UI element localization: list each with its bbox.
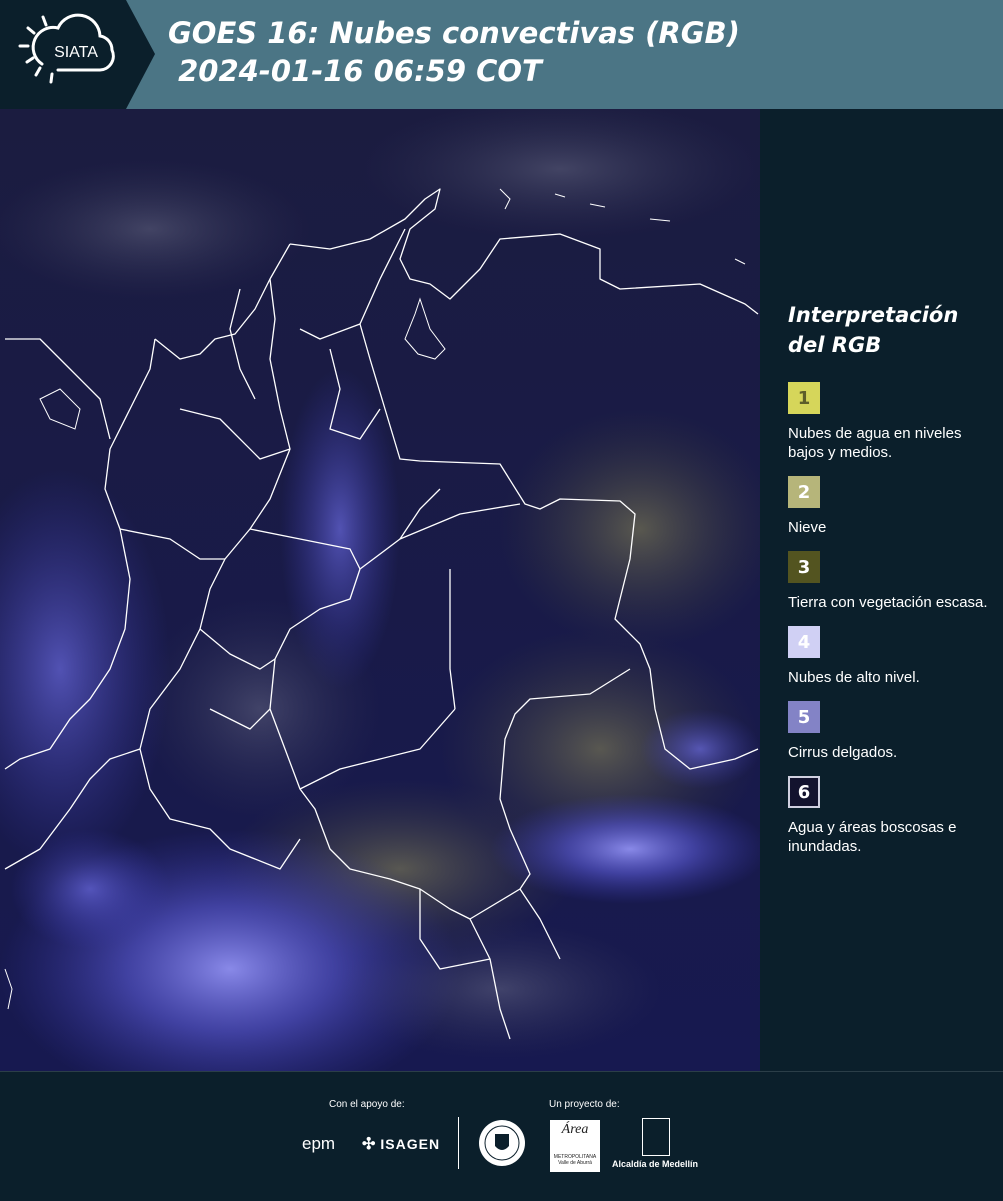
legend-swatch-1: 1 [788, 382, 820, 414]
isagen-text: ISAGEN [380, 1136, 441, 1152]
legend-text-3: Tierra con vegetación escasa. [788, 594, 988, 611]
siata-logo-text: SIATA [54, 44, 98, 61]
isagen-logo: ✣ ISAGEN [362, 1134, 440, 1154]
satellite-map [0, 109, 760, 1071]
area-logo-text: Área [561, 1122, 589, 1137]
legend-text-6: Agua y áreas boscosas e inundadas. [788, 819, 957, 855]
support-label: Con el apoyo de: [329, 1099, 405, 1110]
legend-swatch-4: 4 [788, 626, 820, 658]
legend-item-3: 3 Tierra con vegetación escasa. [788, 551, 988, 612]
alcaldia-shield-icon [642, 1118, 670, 1156]
legend-swatch-3: 3 [788, 551, 820, 583]
legend-text-5: Cirrus delgados. [788, 744, 898, 761]
legend-item-5: 5 Cirrus delgados. [788, 701, 988, 762]
legend-text-1: Nubes de agua en niveles bajos y medios. [788, 425, 962, 461]
footer-divider [458, 1117, 459, 1169]
area-logo-subtext: METROPOLITANA Valle de Aburrá [553, 1154, 597, 1166]
page-title: GOES 16: Nubes convectivas (RGB) 2024-01… [168, 16, 740, 88]
epm-logo: epm [302, 1134, 336, 1153]
legend-item-6: 6 Agua y áreas boscosas e inundadas. [788, 776, 988, 856]
legend-swatch-5: 5 [788, 701, 820, 733]
satellite-map-image [0, 109, 760, 1071]
legend-item-4: 4 Nubes de alto nivel. [788, 626, 988, 687]
isagen-mark-icon: ✣ [362, 1136, 377, 1153]
legend-text-4: Nubes de alto nivel. [788, 669, 920, 686]
siata-logo-shape: SIATA [0, 0, 155, 109]
legend-swatch-2: 2 [788, 476, 820, 508]
legend-text-2: Nieve [788, 519, 827, 536]
siata-logo: SIATA [0, 0, 155, 109]
legend-item-2: 2 Nieve [788, 476, 988, 537]
legend-item-1: 1 Nubes de agua en niveles bajos y medio… [788, 382, 988, 462]
area-metropolitana-logo: Área METROPOLITANA Valle de Aburrá [550, 1120, 600, 1172]
footer-bar: Con el apoyo de: Un proyecto de: epm ✣ I… [0, 1071, 1003, 1201]
header-bar: SIATA GOES 16: Nubes convectivas (RGB) 2… [0, 0, 1003, 109]
legend-title: Interpretación del RGB [788, 303, 959, 357]
project-label: Un proyecto de: [549, 1099, 620, 1110]
legend-swatch-6: 6 [788, 776, 820, 808]
medellin-seal-icon [479, 1120, 525, 1166]
alcaldia-text: Alcaldía de Medellín [612, 1159, 699, 1169]
rgb-legend: Interpretación del RGB 1 Nubes de agua e… [788, 300, 988, 870]
